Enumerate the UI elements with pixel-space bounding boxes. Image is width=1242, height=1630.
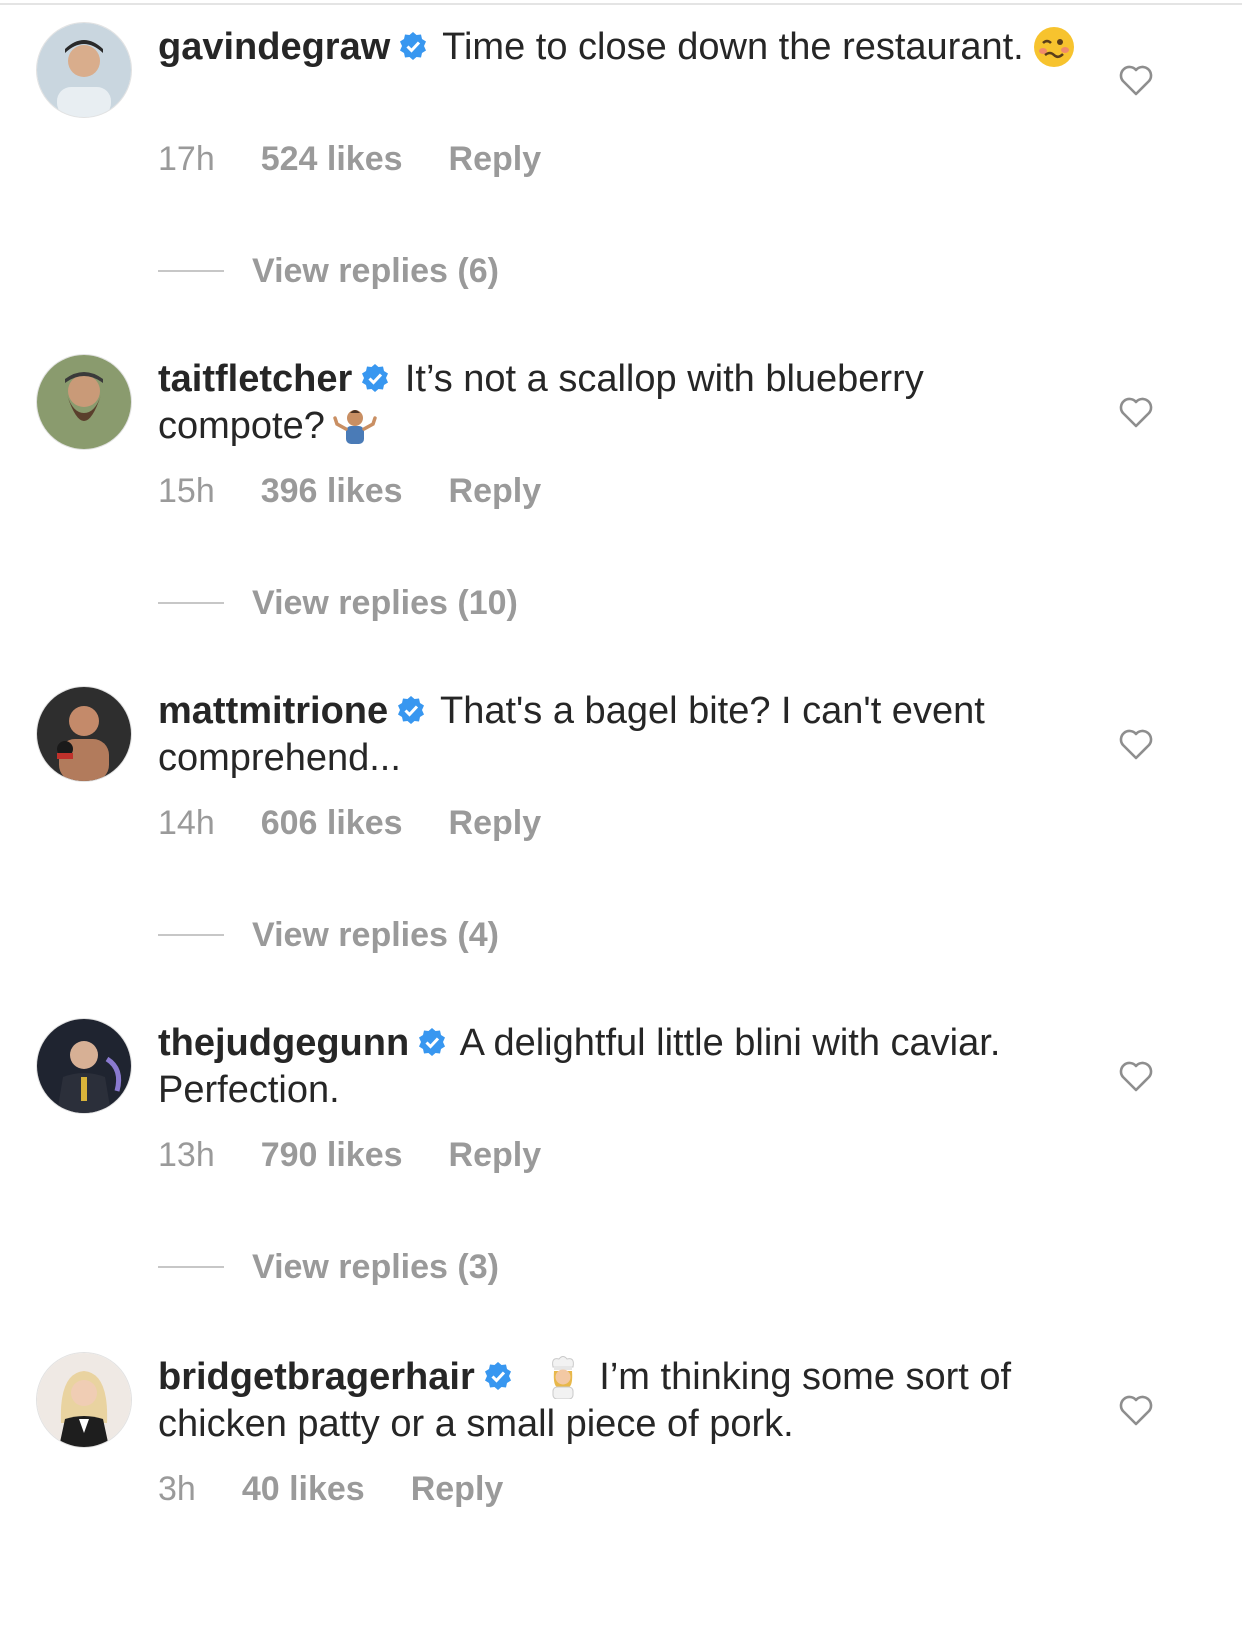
- avatar[interactable]: [36, 354, 132, 450]
- woman-cook-icon: [541, 1355, 585, 1399]
- heart-outline-icon[interactable]: [1116, 60, 1156, 100]
- verified-badge-icon: [398, 31, 428, 61]
- timestamp: 3h: [158, 1470, 196, 1508]
- username[interactable]: taitfletcher: [158, 358, 352, 400]
- view-replies-button[interactable]: View replies (6): [158, 246, 499, 296]
- avatar[interactable]: [36, 1352, 132, 1448]
- comment-item: mattmitrione That's a bagel bite? I can'…: [0, 664, 1242, 964]
- comment-meta: 3h 40 likes Reply: [158, 1470, 503, 1509]
- view-replies-button[interactable]: View replies (3): [158, 1242, 499, 1292]
- timestamp: 13h: [158, 1136, 215, 1174]
- view-replies-label: View replies (10): [252, 583, 518, 622]
- likes-count[interactable]: 606 likes: [261, 804, 403, 842]
- woozy-face-icon: [1032, 25, 1076, 69]
- comment-item: gavindegraw Time to close down the resta…: [0, 0, 1242, 300]
- heart-outline-icon[interactable]: [1116, 724, 1156, 764]
- username[interactable]: mattmitrione: [158, 690, 388, 732]
- verified-badge-icon: [360, 363, 390, 393]
- replies-divider: [158, 602, 224, 604]
- comment-item: thejudgegunn A delightful little blini w…: [0, 996, 1242, 1296]
- comment-item: taitfletcher It’s not a scallop with blu…: [0, 332, 1242, 632]
- reply-button[interactable]: Reply: [449, 1136, 542, 1174]
- replies-divider: [158, 1266, 224, 1268]
- comment-item: bridgetbragerhair I’m thinking some sort…: [0, 1330, 1242, 1630]
- comment-meta: 13h 790 likes Reply: [158, 1136, 541, 1175]
- comment-text: Time to close down the restaurant.: [442, 26, 1024, 68]
- likes-count[interactable]: 790 likes: [261, 1136, 403, 1174]
- reply-button[interactable]: Reply: [449, 804, 542, 842]
- replies-divider: [158, 270, 224, 272]
- comment-body: gavindegraw Time to close down the resta…: [158, 24, 1078, 71]
- username[interactable]: bridgetbragerhair: [158, 1356, 475, 1398]
- heart-outline-icon[interactable]: [1116, 1390, 1156, 1430]
- comment-body: thejudgegunn A delightful little blini w…: [158, 1020, 1078, 1114]
- verified-badge-icon: [483, 1361, 513, 1391]
- reply-button[interactable]: Reply: [449, 140, 542, 178]
- comment-meta: 17h 524 likes Reply: [158, 140, 541, 179]
- verified-badge-icon: [396, 695, 426, 725]
- avatar[interactable]: [36, 686, 132, 782]
- reply-button[interactable]: Reply: [449, 472, 542, 510]
- replies-divider: [158, 934, 224, 936]
- view-replies-label: View replies (3): [252, 1247, 499, 1286]
- likes-count[interactable]: 396 likes: [261, 472, 403, 510]
- view-replies-label: View replies (6): [252, 251, 499, 290]
- heart-outline-icon[interactable]: [1116, 392, 1156, 432]
- avatar[interactable]: [36, 1018, 132, 1114]
- comment-meta: 14h 606 likes Reply: [158, 804, 541, 843]
- timestamp: 17h: [158, 140, 215, 178]
- comment-body: bridgetbragerhair I’m thinking some sort…: [158, 1354, 1078, 1448]
- avatar[interactable]: [36, 22, 132, 118]
- timestamp: 14h: [158, 804, 215, 842]
- likes-count[interactable]: 40 likes: [242, 1470, 365, 1508]
- comment-meta: 15h 396 likes Reply: [158, 472, 541, 511]
- heart-outline-icon[interactable]: [1116, 1056, 1156, 1096]
- verified-badge-icon: [417, 1027, 447, 1057]
- view-replies-label: View replies (4): [252, 915, 499, 954]
- reply-button[interactable]: Reply: [411, 1470, 504, 1508]
- timestamp: 15h: [158, 472, 215, 510]
- username[interactable]: thejudgegunn: [158, 1022, 409, 1064]
- view-replies-button[interactable]: View replies (10): [158, 578, 518, 628]
- person-shrugging-icon: [333, 404, 377, 448]
- view-replies-button[interactable]: View replies (4): [158, 910, 499, 960]
- comment-body: taitfletcher It’s not a scallop with blu…: [158, 356, 1078, 450]
- likes-count[interactable]: 524 likes: [261, 140, 403, 178]
- comment-body: mattmitrione That's a bagel bite? I can'…: [158, 688, 1078, 782]
- username[interactable]: gavindegraw: [158, 26, 390, 68]
